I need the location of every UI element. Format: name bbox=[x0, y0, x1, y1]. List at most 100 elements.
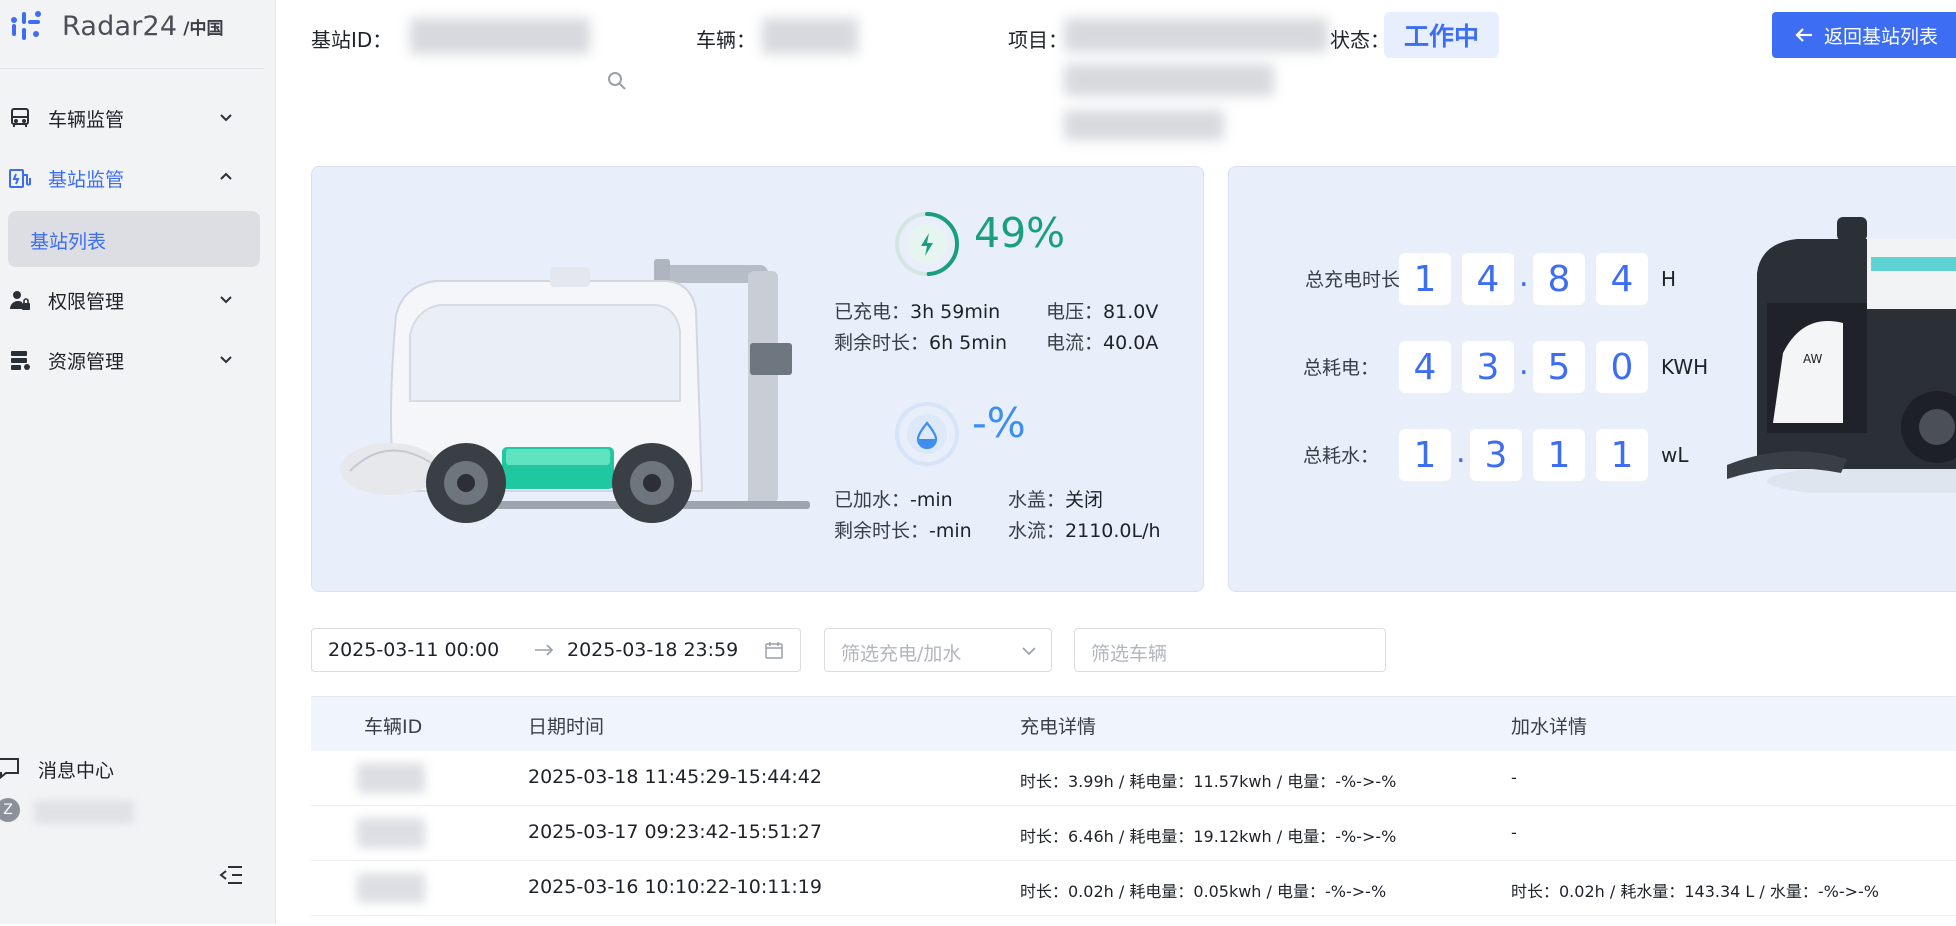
date-start: 2025-03-11 00:00 bbox=[328, 639, 500, 661]
water-added-stat: 已加水：-min bbox=[834, 485, 953, 512]
station-id-label: 基站ID： bbox=[311, 28, 393, 52]
type-select-placeholder: 筛选充电/加水 bbox=[841, 643, 962, 665]
user-profile[interactable]: Z bbox=[0, 790, 264, 834]
station-icon bbox=[9, 169, 31, 188]
vehicle-filter-placeholder: 筛选车辆 bbox=[1091, 643, 1168, 665]
cell-datetime: 2025-03-17 09:23:42-15:51:27 bbox=[528, 821, 822, 843]
water-added-value: -min bbox=[910, 489, 953, 511]
digit: 0 bbox=[1596, 341, 1648, 393]
charge-remaining-label: 剩余时长： bbox=[834, 332, 930, 354]
brand-name: Radar24 bbox=[62, 10, 178, 42]
sidebar-item-permission-management[interactable]: 权限管理 bbox=[0, 276, 264, 324]
user-lock-icon bbox=[10, 291, 30, 310]
message-icon bbox=[0, 758, 19, 780]
charge-remaining-value: 6h 5min bbox=[929, 332, 1008, 354]
table-row[interactable]: 2025-03-18 11:45:29-15:44:42 时长：3.99h / … bbox=[311, 751, 1956, 806]
digit: 1 bbox=[1533, 429, 1585, 481]
logo-icon bbox=[11, 11, 41, 40]
collapse-sidebar-icon[interactable] bbox=[218, 864, 244, 886]
vehicle-id-redacted bbox=[357, 818, 425, 848]
status-label: 状态： bbox=[1330, 28, 1390, 52]
vehicle-filter-input[interactable]: 筛选车辆 bbox=[1074, 628, 1386, 672]
bus-icon bbox=[11, 108, 29, 127]
avatar: Z bbox=[0, 798, 20, 822]
cell-charge-detail: 时长：6.46h / 耗电量：19.12kwh / 电量：-%->-% bbox=[1020, 827, 1397, 846]
chevron-down-icon bbox=[220, 356, 232, 364]
chevron-down-icon bbox=[220, 296, 232, 304]
decimal-point: . bbox=[1519, 259, 1529, 294]
voltage-value: 81.0V bbox=[1103, 301, 1159, 323]
status-badge: 工作中 bbox=[1384, 12, 1499, 58]
vehicle-id-redacted bbox=[357, 873, 425, 903]
server-icon bbox=[11, 351, 30, 370]
column-header-datetime[interactable]: 日期时间 bbox=[528, 712, 604, 739]
sidebar-item-station-supervision[interactable]: 基站监管 bbox=[0, 154, 264, 202]
voltage-stat: 电压：81.0V bbox=[1046, 297, 1158, 324]
cell-charge-detail: 时长：3.99h / 耗电量：11.57kwh / 电量：-%->-% bbox=[1020, 772, 1397, 791]
cell-water-detail: - bbox=[1511, 768, 1517, 787]
arrow-right-icon bbox=[535, 644, 554, 656]
search-icon[interactable] bbox=[606, 70, 628, 92]
sidebar-item-label: 资源管理 bbox=[48, 351, 125, 373]
sidebar-item-label: 车辆监管 bbox=[48, 109, 125, 131]
voltage-label: 电压： bbox=[1046, 301, 1104, 323]
charged-value: 3h 59min bbox=[910, 301, 1001, 323]
digit: 3 bbox=[1462, 341, 1514, 393]
water-flow-stat: 水流：2110.0L/h bbox=[1008, 516, 1161, 543]
chevron-down-icon bbox=[1022, 647, 1036, 656]
digit: 1 bbox=[1596, 429, 1648, 481]
water-added-label: 已加水： bbox=[834, 489, 911, 511]
chevron-down-icon bbox=[220, 114, 232, 122]
project-value-redacted-2 bbox=[1064, 64, 1274, 96]
back-to-station-list-button[interactable]: 返回基站列表 bbox=[1772, 12, 1956, 58]
water-cover-stat: 水盖：关闭 bbox=[1008, 485, 1103, 512]
table-row[interactable]: 2025-03-16 10:10:22-10:11:19 时长：0.02h / … bbox=[311, 861, 1956, 916]
water-cover-label: 水盖： bbox=[1008, 489, 1066, 511]
charging-status-card: 49% 已充电：3h 59min 电压：81.0V 剩余时长：6h 5min 电… bbox=[311, 166, 1204, 592]
records-table: 车辆ID 日期时间 充电详情 加水详情 2025-03-18 11:45:29-… bbox=[311, 696, 1956, 926]
sidebar-subitem-label: 基站列表 bbox=[30, 231, 107, 253]
digit: 4 bbox=[1399, 341, 1451, 393]
message-center[interactable]: 消息中心 bbox=[0, 744, 264, 792]
logo[interactable]: Radar24 /中国 bbox=[8, 6, 223, 46]
digit: 4 bbox=[1596, 253, 1648, 305]
digit: 3 bbox=[1470, 429, 1522, 481]
digit: 8 bbox=[1533, 253, 1585, 305]
charged-label: 已充电： bbox=[834, 301, 911, 323]
totals-card: 总充电时长： 1 4 . 8 4 H 总耗电： 4 3 . 5 0 KWH 总耗… bbox=[1228, 166, 1956, 592]
current-stat: 电流：40.0A bbox=[1046, 328, 1158, 355]
digit: 5 bbox=[1533, 341, 1585, 393]
water-remaining-label: 剩余时长： bbox=[834, 520, 930, 542]
message-center-label: 消息中心 bbox=[38, 760, 115, 782]
cell-water-detail: 时长：0.02h / 耗水量：143.34 L / 水量：-%->-% bbox=[1511, 882, 1880, 901]
vehicle-value-redacted bbox=[762, 18, 858, 54]
sidebar-subitem-station-list[interactable]: 基站列表 bbox=[8, 211, 260, 267]
cell-water-detail: - bbox=[1511, 823, 1517, 842]
column-header-vehicle-id[interactable]: 车辆ID bbox=[364, 712, 422, 739]
project-value-redacted-3 bbox=[1064, 110, 1224, 140]
column-header-water-detail[interactable]: 加水详情 bbox=[1511, 712, 1587, 739]
charge-remaining-stat: 剩余时长：6h 5min bbox=[834, 328, 1007, 355]
unit: KWH bbox=[1661, 355, 1709, 379]
charge-water-type-select[interactable]: 筛选充电/加水 bbox=[824, 628, 1052, 672]
vehicle-label: 车辆： bbox=[696, 28, 756, 52]
charge-percent: 49% bbox=[974, 209, 1066, 257]
water-flow-value: 2110.0L/h bbox=[1065, 520, 1161, 542]
project-label: 项目： bbox=[1008, 28, 1068, 52]
table-header: 车辆ID 日期时间 充电详情 加水详情 bbox=[311, 697, 1956, 751]
column-header-charge-detail[interactable]: 充电详情 bbox=[1020, 712, 1096, 739]
table-row[interactable]: 2025-03-17 09:23:42-15:51:27 时长：6.46h / … bbox=[311, 806, 1956, 861]
charged-time-stat: 已充电：3h 59min bbox=[834, 297, 1000, 324]
water-remaining-value: -min bbox=[929, 520, 972, 542]
back-button-label: 返回基站列表 bbox=[1824, 25, 1939, 48]
brand-region: /中国 bbox=[183, 18, 224, 39]
current-label: 电流： bbox=[1046, 332, 1104, 354]
sidebar-item-vehicle-supervision[interactable]: 车辆监管 bbox=[0, 94, 264, 142]
unit: wL bbox=[1661, 443, 1689, 467]
date-range-picker[interactable]: 2025-03-11 00:00 2025-03-18 23:59 bbox=[311, 628, 801, 672]
vehicle-id-redacted bbox=[357, 763, 425, 793]
total-charge-time-label: 总充电时长： bbox=[1304, 269, 1419, 291]
sidebar-item-resource-management[interactable]: 资源管理 bbox=[0, 336, 264, 384]
decimal-point: . bbox=[1519, 347, 1529, 382]
date-end: 2025-03-18 23:59 bbox=[567, 639, 739, 661]
